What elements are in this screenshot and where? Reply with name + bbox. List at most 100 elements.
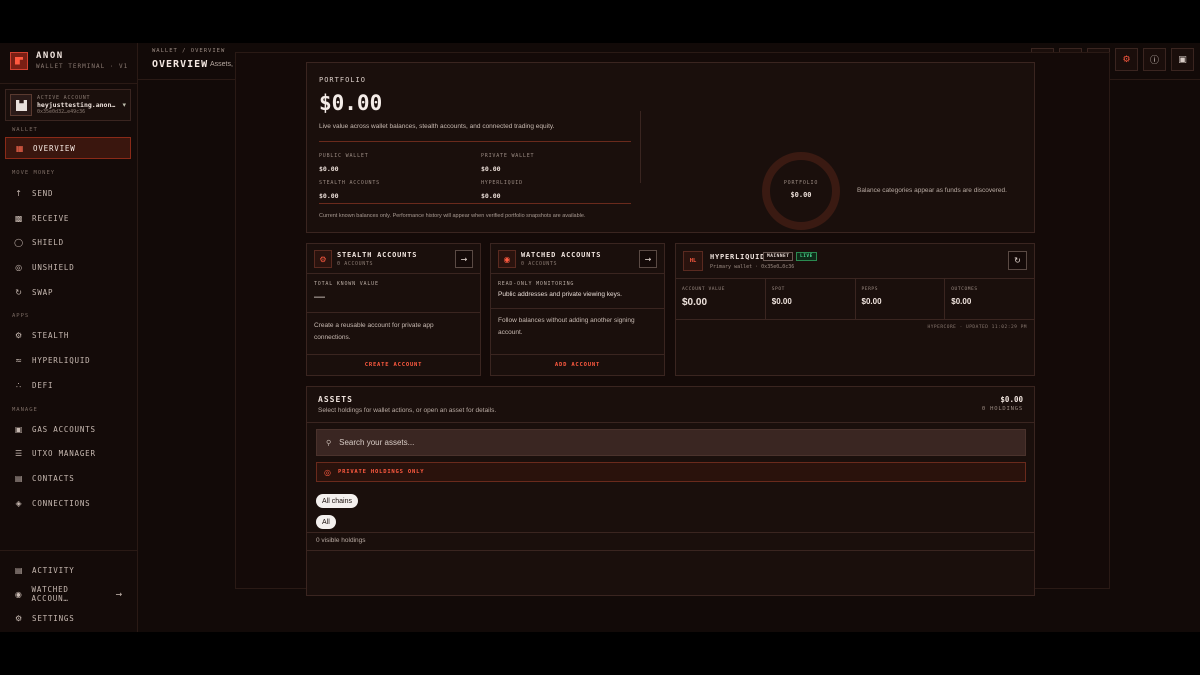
- stealth-accounts-stat: STEALTH ACCOUNTS $0.00: [319, 180, 380, 200]
- card-text: Create a reusable account for private ap…: [314, 322, 434, 341]
- sidebar-item-unshield[interactable]: ◎ UNSHIELD: [5, 256, 131, 278]
- stat-label: OUTCOMES: [951, 287, 978, 292]
- add-account-button[interactable]: ADD ACCOUNT: [491, 354, 664, 375]
- section-apps: APPS: [12, 313, 30, 319]
- stat-label: PERPS: [861, 287, 879, 292]
- card-title: WATCHED ACCOUNTS: [521, 251, 602, 259]
- anon-logo-icon: [10, 51, 28, 70]
- stat-value: $0.00: [319, 192, 339, 200]
- arrow-right-icon: →: [460, 254, 468, 264]
- sidebar-item-contacts[interactable]: ▤ CONTACTS: [5, 467, 131, 489]
- brand-name: ANON: [36, 51, 64, 61]
- defi-icon: ∴: [16, 380, 22, 390]
- sidebar-item-label: GAS ACCOUNTS: [32, 424, 96, 434]
- hyperliquid-wallet: Primary wallet · 0x35e0…0c36: [710, 264, 795, 270]
- hyperliquid-stats: ACCOUNT VALUE $0.00 SPOT $0.00 PERPS $0.…: [676, 278, 1034, 320]
- type-filter[interactable]: All: [316, 515, 336, 529]
- lock-button[interactable]: ▣: [1171, 48, 1194, 71]
- create-account-button[interactable]: CREATE ACCOUNT: [307, 354, 480, 375]
- sidebar: ANON WALLET TERMINAL · V1 ACTIVE ACCOUNT…: [0, 43, 138, 632]
- sidebar-item-label: OVERVIEW: [33, 143, 76, 153]
- sidebar-item-label: SWAP: [32, 287, 54, 297]
- donut-note: Balance categories appear as funds are d…: [857, 187, 1007, 194]
- divider: [491, 308, 664, 309]
- sidebar-item-stealth[interactable]: ⚙ STEALTH: [5, 324, 131, 346]
- private-holdings-toggle[interactable]: ◎ PRIVATE HOLDINGS ONLY: [316, 462, 1026, 482]
- portfolio-description: Live value across wallet balances, steal…: [319, 123, 555, 130]
- open-watched-button[interactable]: →: [639, 250, 657, 268]
- sidebar-item-watched-accounts[interactable]: ◉ WATCHED ACCOUN… →: [5, 583, 131, 605]
- updated-timestamp: HYPERCORE · UPDATED 11:02:29 PM: [927, 325, 1027, 330]
- sidebar-item-activity[interactable]: ▤ ACTIVITY: [5, 559, 131, 581]
- sidebar-item-send[interactable]: ↑ SEND: [5, 182, 131, 204]
- stealth-button[interactable]: ⚙: [1115, 48, 1138, 71]
- card-count: 0 ACCOUNTS: [521, 261, 558, 267]
- target-icon: ◎: [324, 467, 331, 477]
- avatar: [10, 94, 32, 116]
- assets-title: ASSETS: [318, 395, 353, 404]
- gear-icon: ⚙: [15, 613, 23, 623]
- list-icon: ☰: [15, 448, 23, 458]
- sidebar-item-receive[interactable]: ▩ RECEIVE: [5, 207, 131, 229]
- divider: [307, 422, 1034, 423]
- stat-value: $0.00: [481, 192, 501, 200]
- donut-value: $0.00: [790, 191, 812, 199]
- search-input[interactable]: ⚲ Search your assets...: [316, 429, 1026, 456]
- stat-value: $0.00: [771, 297, 792, 306]
- stat-outcomes: OUTCOMES $0.00: [945, 279, 1034, 319]
- sidebar-item-label: DEFI: [32, 380, 54, 390]
- info-icon: ⓘ: [1149, 56, 1159, 66]
- status-badge: LIVE: [796, 252, 817, 261]
- stat-account-value: ACCOUNT VALUE $0.00: [676, 279, 766, 319]
- sidebar-item-hyperliquid[interactable]: ≈ HYPERLIQUID: [5, 349, 131, 371]
- activity-icon: ▤: [14, 565, 24, 575]
- card-title: STEALTH ACCOUNTS: [337, 251, 418, 259]
- search-placeholder: Search your assets...: [339, 438, 415, 447]
- stat-value: $0.00: [682, 297, 708, 308]
- brand-subtitle: WALLET TERMINAL · V1: [36, 63, 129, 70]
- search-icon: ⚲: [326, 438, 332, 447]
- card-title: HYPERLIQUID: [710, 253, 766, 261]
- stat-spot: SPOT $0.00: [766, 279, 856, 319]
- chain-filter[interactable]: All chains: [316, 494, 358, 508]
- sidebar-item-defi[interactable]: ∴ DEFI: [5, 374, 131, 396]
- refresh-button[interactable]: ↻: [1008, 251, 1027, 270]
- stat-label: HYPERLIQUID: [481, 180, 523, 186]
- globe-icon: ◈: [15, 498, 23, 508]
- sidebar-item-swap[interactable]: ↻ SWAP: [5, 281, 131, 303]
- open-stealth-button[interactable]: →: [455, 250, 473, 268]
- stealth-accounts-card: ⚙ STEALTH ACCOUNTS 0 ACCOUNTS → TOTAL KN…: [306, 243, 481, 376]
- sidebar-item-label: STEALTH: [32, 330, 70, 340]
- sidebar-item-gas-accounts[interactable]: ▣ GAS ACCOUNTS: [5, 418, 131, 440]
- sidebar-item-overview[interactable]: ▦ OVERVIEW: [5, 137, 131, 159]
- sidebar-item-utxo-manager[interactable]: ☰ UTXO MANAGER: [5, 442, 131, 464]
- lock-icon: ▣: [1178, 54, 1187, 65]
- sidebar-item-shield[interactable]: ◯ SHIELD: [5, 231, 131, 253]
- swap-icon: ↻: [15, 287, 23, 297]
- section-manage: MANAGE: [12, 407, 38, 413]
- page-title: OVERVIEW: [152, 59, 209, 70]
- breadcrumb: WALLET / OVERVIEW: [152, 48, 226, 54]
- assets-subtitle: Select holdings for wallet actions, or o…: [318, 407, 497, 414]
- divider: [307, 312, 480, 313]
- card-header: ⚙ STEALTH ACCOUNTS 0 ACCOUNTS →: [307, 244, 480, 274]
- assets-card: ASSETS Select holdings for wallet action…: [306, 386, 1035, 596]
- unshield-icon: ◎: [15, 262, 23, 272]
- chevron-down-icon: ▾: [122, 102, 126, 109]
- sidebar-item-label: CONTACTS: [32, 473, 75, 483]
- info-button[interactable]: ⓘ: [1143, 48, 1166, 71]
- gas-icon: ▣: [14, 424, 24, 434]
- sidebar-item-label: CONNECTIONS: [32, 498, 91, 508]
- qr-code-icon: ▩: [14, 213, 24, 223]
- eye-icon: ◉: [14, 589, 23, 599]
- stealth-icon: ⚙: [15, 330, 23, 340]
- sidebar-item-label: WATCHED ACCOUN…: [31, 585, 69, 603]
- section-move-money: MOVE MONEY: [12, 170, 56, 176]
- grid-icon: ▦: [15, 143, 25, 153]
- brand: ANON WALLET TERMINAL · V1: [10, 51, 128, 70]
- divider: [307, 550, 1034, 551]
- account-switcher[interactable]: ACTIVE ACCOUNT heyjusttesting.anon… 0x35…: [5, 89, 131, 121]
- sidebar-item-connections[interactable]: ◈ CONNECTIONS: [5, 492, 131, 514]
- sidebar-item-settings[interactable]: ⚙ SETTINGS: [5, 607, 131, 629]
- stat-value: $0.00: [861, 297, 882, 306]
